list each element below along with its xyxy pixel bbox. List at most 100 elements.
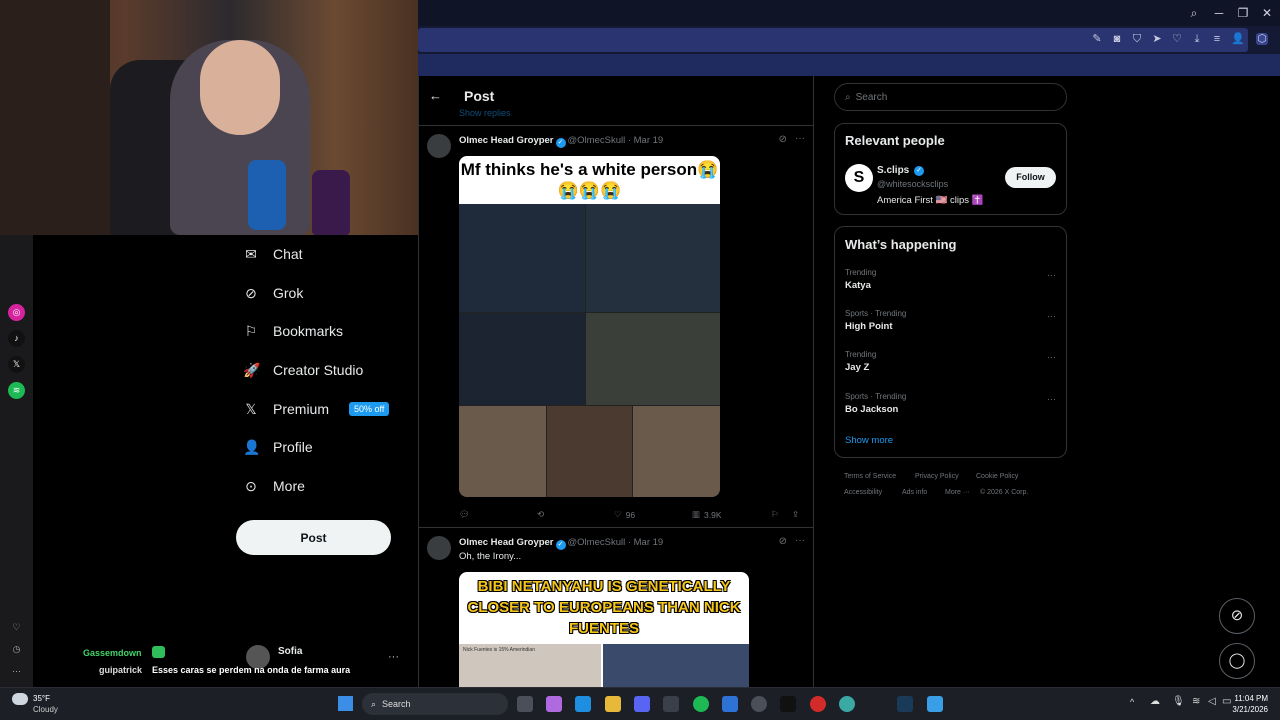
settings-icon[interactable] [751, 696, 767, 712]
trend-name[interactable]: Jay Z [845, 362, 869, 373]
grok-icon[interactable]: ⊘ [779, 134, 787, 145]
profile-icon[interactable]: 👤 [1231, 33, 1245, 45]
clock-date[interactable]: 3/21/2026 [1224, 705, 1268, 714]
trend-name[interactable]: Katya [845, 280, 871, 291]
microphone-icon[interactable]: 🎙︎ [1172, 696, 1185, 707]
tweet[interactable]: Olmec Head Groyper ✓ @OlmecSkull · Mar 19 … [419, 128, 813, 526]
send-icon[interactable]: ➤ [1151, 33, 1163, 45]
windows-start-icon[interactable] [338, 696, 353, 711]
weather-temp[interactable]: 35°F [33, 694, 50, 703]
views-button[interactable]: ▥ 3.9K [692, 509, 722, 520]
onedrive-icon[interactable]: ☁ [1150, 696, 1160, 707]
tweet-date[interactable]: · Mar 19 [628, 135, 663, 146]
messages-floating-button[interactable]: ◯ [1219, 643, 1255, 679]
repost-button[interactable]: ⟲ [537, 509, 544, 520]
sidebar-item-grok[interactable]: ⊘ Grok [243, 278, 303, 308]
history-icon[interactable]: ◷ [8, 641, 25, 658]
camera-icon[interactable]: ◙ [1111, 33, 1123, 45]
post-button[interactable]: Post [236, 520, 391, 555]
shield-icon[interactable]: ⛉ [1131, 33, 1143, 45]
restore-icon[interactable]: ❐ [1235, 6, 1251, 20]
footer-link[interactable]: Privacy Policy [915, 473, 959, 480]
mail-icon[interactable] [722, 696, 738, 712]
opera-icon[interactable] [810, 696, 826, 712]
weather-desc[interactable]: Cloudy [33, 705, 58, 714]
heart-icon[interactable]: ♡ [8, 619, 25, 636]
like-button[interactable]: ♡ 96 [614, 509, 635, 520]
sidebar-item-bookmarks[interactable]: ⚐ Bookmarks [243, 316, 343, 346]
more-icon[interactable]: ··· [1047, 311, 1056, 321]
search-input[interactable]: ⌕ Search [834, 83, 1067, 111]
avatar[interactable] [427, 134, 451, 158]
spotify-icon[interactable]: ≋ [8, 382, 25, 399]
store-icon[interactable] [663, 696, 679, 712]
footer-link[interactable]: Terms of Service [844, 473, 896, 480]
tweet-date[interactable]: · Mar 19 [628, 537, 663, 548]
more-icon[interactable]: ⋯ [8, 663, 25, 680]
cloud-icon[interactable] [12, 693, 28, 705]
sidebar-item-chat[interactable]: ✉ Chat [243, 239, 302, 269]
close-icon[interactable]: ✕ [1259, 6, 1275, 20]
sidebar-item-profile[interactable]: 👤 Profile [243, 432, 313, 462]
edit-icon[interactable]: ✎ [1091, 33, 1103, 45]
wifi-icon[interactable]: ≋ [1192, 696, 1200, 707]
photos-icon[interactable] [927, 696, 943, 712]
heart-icon[interactable]: ♡ [1171, 33, 1183, 45]
tweet[interactable]: Olmec Head Groyper ✓ @OlmecSkull · Mar 19 … [419, 530, 813, 687]
copilot-icon[interactable] [546, 696, 562, 712]
more-icon[interactable]: ··· [1047, 394, 1056, 404]
avatar[interactable]: S [845, 164, 873, 192]
menu-icon[interactable]: ≡ [1211, 33, 1223, 45]
volume-icon[interactable]: ◁ [1208, 696, 1216, 707]
more-icon[interactable]: ··· [795, 535, 805, 546]
reply-button[interactable]: 💬︎ [459, 509, 470, 520]
tweet-author-name[interactable]: Olmec Head Groyper [459, 537, 554, 548]
sidebar-item-premium[interactable]: 𝕏 Premium 50% off [243, 394, 390, 424]
footer-link[interactable]: More ··· [945, 489, 970, 496]
tweet-handle[interactable]: @OlmecSkull [568, 537, 626, 548]
trend-name[interactable]: High Point [845, 321, 893, 332]
task-view-icon[interactable] [517, 696, 533, 712]
edge-icon[interactable] [575, 696, 591, 712]
footer-link[interactable]: Ads info [902, 489, 927, 496]
sidebar-item-more[interactable]: ⊙ More [243, 471, 305, 501]
more-icon[interactable]: ··· [1047, 352, 1056, 362]
x-icon[interactable]: 𝕏 [8, 356, 25, 373]
tiktok-icon[interactable]: ♪ [8, 330, 25, 347]
discord-icon[interactable] [634, 696, 650, 712]
file-explorer-icon[interactable] [605, 696, 621, 712]
download-icon[interactable]: ⤓ [1191, 33, 1203, 45]
share-button[interactable]: ⇪ [792, 509, 799, 520]
trend-name[interactable]: Bo Jackson [845, 404, 898, 415]
search-icon[interactable]: ⌕ [1186, 6, 1202, 21]
extension-icon[interactable]: ⬡ [1256, 33, 1268, 45]
sidebar-item-creator-studio[interactable]: 🚀 Creator Studio [243, 355, 363, 385]
clock-time[interactable]: 11:04 PM [1234, 694, 1268, 703]
more-icon[interactable]: ··· [1047, 270, 1056, 280]
tweet-author-name[interactable]: Olmec Head Groyper [459, 135, 554, 146]
show-replies-link[interactable]: Show replies [459, 108, 511, 118]
show-more-link[interactable]: Show more [845, 435, 893, 446]
instagram-icon[interactable]: ◎ [8, 304, 25, 321]
steam-icon[interactable] [897, 696, 913, 712]
account-name[interactable]: Sofia [278, 646, 302, 657]
footer-link[interactable]: Accessibility [844, 489, 882, 496]
follow-button[interactable]: Follow [1005, 167, 1056, 188]
browser-icon[interactable] [839, 696, 855, 712]
tweet-handle[interactable]: @OlmecSkull [568, 135, 626, 146]
tweet-image[interactable]: BIBI NETANYAHU IS GENETICALLY CLOSER TO … [459, 572, 749, 687]
person-name[interactable]: S.clips [877, 165, 909, 176]
avatar[interactable] [427, 536, 451, 560]
grok-icon[interactable]: ⊘ [779, 536, 787, 547]
minimize-icon[interactable]: ─ [1211, 6, 1227, 20]
bookmark-button[interactable]: ⚐ [771, 509, 779, 520]
more-icon[interactable]: ··· [795, 133, 805, 144]
address-bar[interactable] [418, 28, 1248, 52]
person-handle[interactable]: @whitesocksclips [877, 179, 948, 189]
account-more-icon[interactable]: ··· [388, 651, 399, 663]
footer-link[interactable]: Cookie Policy [976, 473, 1018, 480]
spotify-icon[interactable] [693, 696, 709, 712]
tweet-image[interactable]: Mf thinks he's a white person😭😭😭😭 [459, 156, 720, 497]
taskbar-search[interactable]: ⌕ Search [362, 693, 508, 715]
chevron-up-icon[interactable]: ^ [1130, 697, 1134, 707]
